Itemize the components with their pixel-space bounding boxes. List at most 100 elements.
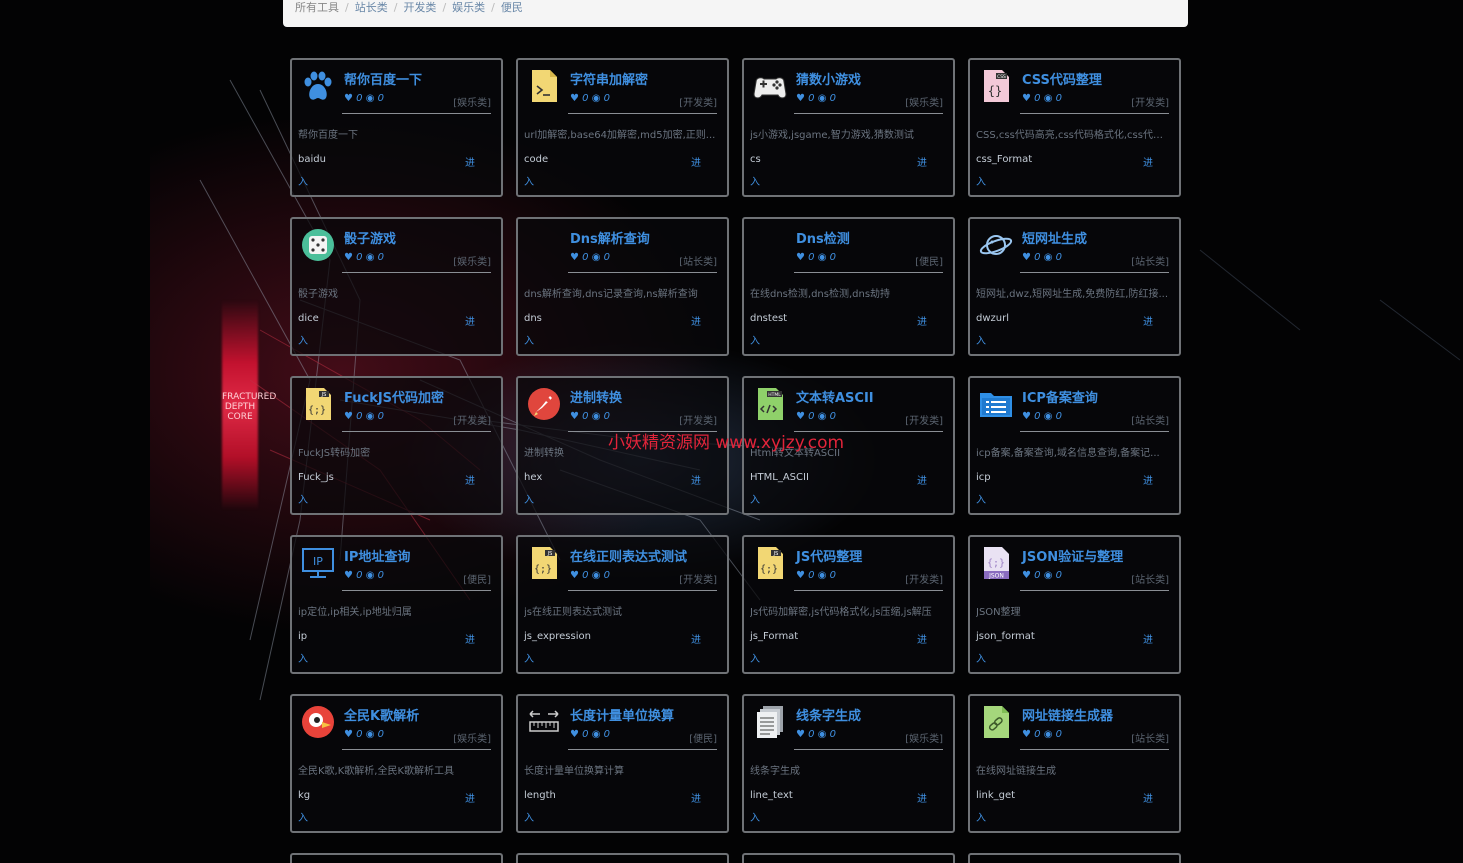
heart-icon[interactable]: ♥ <box>1022 93 1031 104</box>
breadcrumb-fun[interactable]: 娱乐类 <box>452 1 485 14</box>
tool-card-cs[interactable]: 猜数小游戏 ♥ 0 ◉ 0 [娱乐类] js小游戏,jsgame,智力游戏,猜数测试 c… <box>742 58 955 197</box>
tool-card-length[interactable]: 长度计量单位换算 ♥ 0 ◉ 0 [便民] 长度计量单位换算计算 length 进入 <box>516 694 729 833</box>
enter-link-top[interactable]: 进 <box>465 790 475 805</box>
enter-link-bottom[interactable]: 入 <box>524 332 534 347</box>
enter-link-bottom[interactable]: 入 <box>298 491 308 506</box>
breadcrumb-webmaster[interactable]: 站长类 <box>355 1 388 14</box>
heart-icon[interactable]: ♥ <box>344 729 353 740</box>
enter-link-top[interactable]: 进 <box>691 154 701 169</box>
heart-icon[interactable]: ♥ <box>1022 729 1031 740</box>
tool-title[interactable]: JSON验证与整理 <box>1022 546 1123 565</box>
heart-icon[interactable]: ♥ <box>570 729 579 740</box>
enter-link-top[interactable]: 进 <box>917 154 927 169</box>
enter-link-bottom[interactable]: 入 <box>976 491 986 506</box>
tool-card-link-get[interactable]: 网址链接生成器 ♥ 0 ◉ 0 [站长类] 在线网址链接生成 link_get 进入 <box>968 694 1181 833</box>
enter-link-top[interactable]: 进 <box>691 631 701 646</box>
tool-title[interactable]: Dns解析查询 <box>570 228 650 247</box>
heart-icon[interactable]: ♥ <box>796 411 805 422</box>
tool-title[interactable]: Dns检测 <box>796 228 850 247</box>
tool-card-ip[interactable]: IP IP地址查询 ♥ 0 ◉ 0 [便民] ip定位,ip相关,ip地址归属 ip 进入 <box>290 535 503 674</box>
tool-title[interactable]: 猜数小游戏 <box>796 69 861 88</box>
tool-card-dnstest[interactable]: Dns检测 ♥ 0 ◉ 0 [便民] 在线dns检测,dns检测,dns劫持 dnste… <box>742 217 955 356</box>
breadcrumb-all-tools[interactable]: 所有工具 <box>295 1 339 14</box>
enter-link-top[interactable]: 进 <box>917 472 927 487</box>
enter-link-bottom[interactable]: 入 <box>750 809 760 824</box>
enter-link-top[interactable]: 进 <box>917 790 927 805</box>
heart-icon[interactable]: ♥ <box>344 252 353 263</box>
heart-icon[interactable]: ♥ <box>570 570 579 581</box>
heart-icon[interactable]: ♥ <box>1022 570 1031 581</box>
enter-link-top[interactable]: 进 <box>465 154 475 169</box>
tool-title[interactable]: 长度计量单位换算 <box>570 705 674 724</box>
enter-link-top[interactable]: 进 <box>691 472 701 487</box>
enter-link-top[interactable]: 进 <box>691 790 701 805</box>
tool-title[interactable]: 线条字生成 <box>796 705 861 724</box>
enter-link-bottom[interactable]: 入 <box>524 809 534 824</box>
tool-card-dns[interactable]: Dns解析查询 ♥ 0 ◉ 0 [站长类] dns解析查询,dns记录查询,ns解析查… <box>516 217 729 356</box>
tool-card-dwzurl[interactable]: 短网址生成 ♥ 0 ◉ 0 [站长类] 短网址,dwz,短网址生成,免费防红,防红接.… <box>968 217 1181 356</box>
tool-title[interactable]: 网址链接生成器 <box>1022 705 1113 724</box>
enter-link-top[interactable]: 进 <box>917 631 927 646</box>
breadcrumb-dev[interactable]: 开发类 <box>403 1 436 14</box>
tool-card-code[interactable]: 字符串加解密 ♥ 0 ◉ 0 [开发类] url加解密,base64加解密,md5加密… <box>516 58 729 197</box>
enter-link-top[interactable]: 进 <box>1143 313 1153 328</box>
tool-card-kg[interactable]: 全民K歌解析 ♥ 0 ◉ 0 [娱乐类] 全民K歌,K歌解析,全民K歌解析工具 kg 进入 <box>290 694 503 833</box>
enter-link-top[interactable]: 进 <box>917 313 927 328</box>
enter-link-top[interactable]: 进 <box>465 631 475 646</box>
enter-link-top[interactable]: 进 <box>465 472 475 487</box>
tool-title[interactable]: 全民K歌解析 <box>344 705 419 724</box>
breadcrumb-convenience[interactable]: 便民 <box>501 1 523 14</box>
enter-link-bottom[interactable]: 入 <box>298 332 308 347</box>
heart-icon[interactable]: ♥ <box>796 93 805 104</box>
enter-link-bottom[interactable]: 入 <box>750 332 760 347</box>
enter-link-top[interactable]: 进 <box>691 313 701 328</box>
enter-link-top[interactable]: 进 <box>1143 154 1153 169</box>
tool-card-js-format[interactable]: JS {;} JS代码整理 ♥ 0 ◉ 0 [开发类] Js代码加解密,js代码格式化,j… <box>742 535 955 674</box>
tool-title[interactable]: 在线正则表达式测试 <box>570 546 687 565</box>
tool-card-icp[interactable]: ICP备案查询 ♥ 0 ◉ 0 [站长类] icp备案,备案查询,域名信息查询,备案记… <box>968 376 1181 515</box>
enter-link-top[interactable]: 进 <box>1143 472 1153 487</box>
enter-link-bottom[interactable]: 入 <box>524 650 534 665</box>
heart-icon[interactable]: ♥ <box>1022 411 1031 422</box>
tool-card-fuck-js[interactable]: JS {;} FuckJS代码加密 ♥ 0 ◉ 0 [开发类] FuckJS转码加密 Fuc… <box>290 376 503 515</box>
enter-link-bottom[interactable]: 入 <box>298 650 308 665</box>
enter-link-top[interactable]: 进 <box>1143 631 1153 646</box>
tool-card-line-text[interactable]: 线条字生成 ♥ 0 ◉ 0 [娱乐类] 线条字生成 line_text 进入 <box>742 694 955 833</box>
enter-link-bottom[interactable]: 入 <box>524 173 534 188</box>
tool-title[interactable]: 骰子游戏 <box>344 228 396 247</box>
tool-title[interactable]: 文本转ASCII <box>796 387 874 406</box>
tool-card-css-format[interactable]: CSS {} CSS代码整理 ♥ 0 ◉ 0 [开发类] CSS,css代码高亮,css代… <box>968 58 1181 197</box>
heart-icon[interactable]: ♥ <box>344 411 353 422</box>
heart-icon[interactable]: ♥ <box>570 411 579 422</box>
tool-title[interactable]: 短网址生成 <box>1022 228 1087 247</box>
enter-link-bottom[interactable]: 入 <box>750 650 760 665</box>
heart-icon[interactable]: ♥ <box>570 93 579 104</box>
heart-icon[interactable]: ♥ <box>796 729 805 740</box>
tool-title[interactable]: JS代码整理 <box>796 546 862 565</box>
enter-link-bottom[interactable]: 入 <box>976 809 986 824</box>
heart-icon[interactable]: ♥ <box>1022 252 1031 263</box>
enter-link-bottom[interactable]: 入 <box>298 173 308 188</box>
heart-icon[interactable]: ♥ <box>570 252 579 263</box>
tool-card-baidu[interactable]: 帮你百度一下 ♥ 0 ◉ 0 [娱乐类] 帮你百度一下 baidu 进入 <box>290 58 503 197</box>
enter-link-bottom[interactable]: 入 <box>976 173 986 188</box>
tool-title[interactable]: 字符串加解密 <box>570 69 648 88</box>
tool-title[interactable]: 进制转换 <box>570 387 622 406</box>
tool-card-dice[interactable]: 骰子游戏 ♥ 0 ◉ 0 [娱乐类] 骰子游戏 dice 进入 <box>290 217 503 356</box>
tool-title[interactable]: 帮你百度一下 <box>344 69 422 88</box>
heart-icon[interactable]: ♥ <box>344 93 353 104</box>
tool-title[interactable]: IP地址查询 <box>344 546 410 565</box>
tool-title[interactable]: FuckJS代码加密 <box>344 387 444 406</box>
tool-title[interactable]: ICP备案查询 <box>1022 387 1098 406</box>
enter-link-bottom[interactable]: 入 <box>524 491 534 506</box>
heart-icon[interactable]: ♥ <box>344 570 353 581</box>
tool-card-json-format[interactable]: {;} JSON JSON验证与整理 ♥ 0 ◉ 0 [站长类] JSON整理 json_f… <box>968 535 1181 674</box>
enter-link-bottom[interactable]: 入 <box>298 809 308 824</box>
enter-link-top[interactable]: 进 <box>1143 790 1153 805</box>
heart-icon[interactable]: ♥ <box>796 570 805 581</box>
tool-title[interactable]: CSS代码整理 <box>1022 69 1102 88</box>
heart-icon[interactable]: ♥ <box>796 252 805 263</box>
enter-link-bottom[interactable]: 入 <box>750 173 760 188</box>
enter-link-top[interactable]: 进 <box>465 313 475 328</box>
enter-link-bottom[interactable]: 入 <box>976 332 986 347</box>
